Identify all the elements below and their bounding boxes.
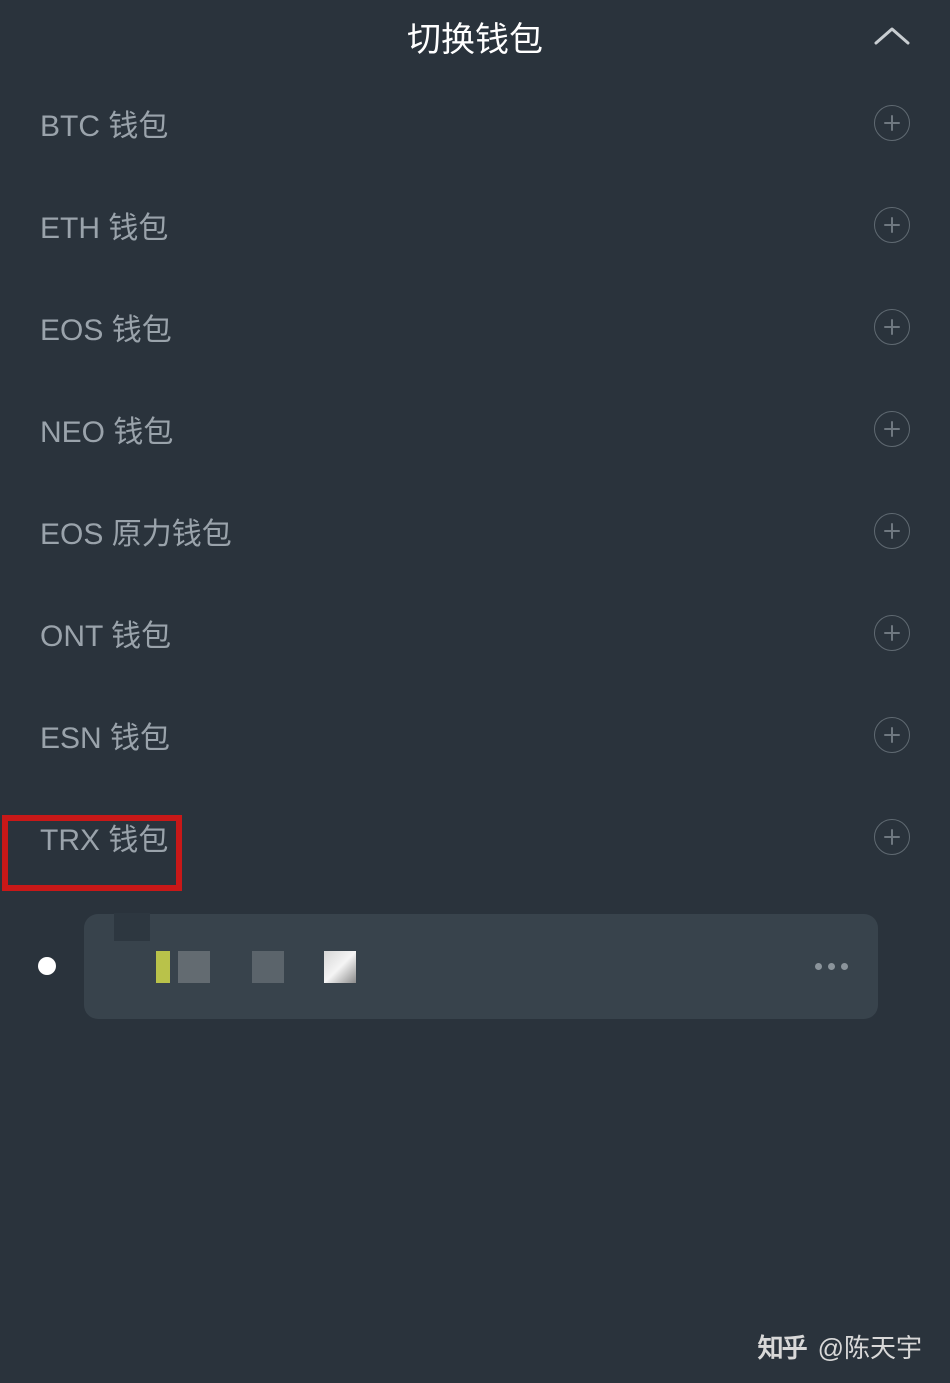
- wallet-item-eos-force[interactable]: EOS 原力钱包: [0, 480, 950, 582]
- watermark-author: @陈天宇: [818, 1328, 922, 1365]
- add-wallet-button[interactable]: [874, 819, 910, 855]
- zhihu-logo-icon: 知乎: [758, 1328, 806, 1365]
- add-wallet-button[interactable]: [874, 513, 910, 549]
- wallet-label: EOS 钱包: [40, 305, 172, 349]
- add-wallet-button[interactable]: [874, 309, 910, 345]
- chevron-up-icon[interactable]: [874, 26, 910, 46]
- header: 切换钱包: [0, 0, 950, 72]
- censored-content: [178, 951, 210, 983]
- wallet-label: BTC 钱包: [40, 101, 168, 145]
- wallet-item-eth[interactable]: ETH 钱包: [0, 174, 950, 276]
- wallet-label: ONT 钱包: [40, 611, 171, 655]
- wallet-item-neo[interactable]: NEO 钱包: [0, 378, 950, 480]
- more-icon: [828, 963, 835, 970]
- add-wallet-button[interactable]: [874, 615, 910, 651]
- add-wallet-button[interactable]: [874, 717, 910, 753]
- page-title: 切换钱包: [407, 12, 543, 61]
- censored-content: [324, 951, 356, 983]
- censored-content: [252, 951, 284, 983]
- wallet-item-trx[interactable]: TRX 钱包: [0, 786, 950, 888]
- wallet-item-eos[interactable]: EOS 钱包: [0, 276, 950, 378]
- watermark: 知乎 @陈天宇: [758, 1328, 922, 1365]
- wallet-label: ESN 钱包: [40, 713, 170, 757]
- selected-wallet-card[interactable]: [84, 914, 878, 1019]
- wallet-label: EOS 原力钱包: [40, 509, 232, 553]
- wallet-card-content: [114, 941, 815, 993]
- wallet-label: NEO 钱包: [40, 407, 173, 451]
- wallet-item-btc[interactable]: BTC 钱包: [0, 72, 950, 174]
- wallet-item-ont[interactable]: ONT 钱包: [0, 582, 950, 684]
- more-icon: [841, 963, 848, 970]
- add-wallet-button[interactable]: [874, 411, 910, 447]
- censored-content: [114, 941, 156, 993]
- wallet-item-esn[interactable]: ESN 钱包: [0, 684, 950, 786]
- selected-indicator-icon: [38, 957, 56, 975]
- wallet-label: ETH 钱包: [40, 203, 168, 247]
- more-options-button[interactable]: [815, 963, 848, 970]
- add-wallet-button[interactable]: [874, 207, 910, 243]
- more-icon: [815, 963, 822, 970]
- wallet-list: BTC 钱包 ETH 钱包 EOS 钱包 NEO 钱包 EOS 原力钱包 ONT…: [0, 72, 950, 888]
- wallet-label: TRX 钱包: [40, 815, 168, 859]
- add-wallet-button[interactable]: [874, 105, 910, 141]
